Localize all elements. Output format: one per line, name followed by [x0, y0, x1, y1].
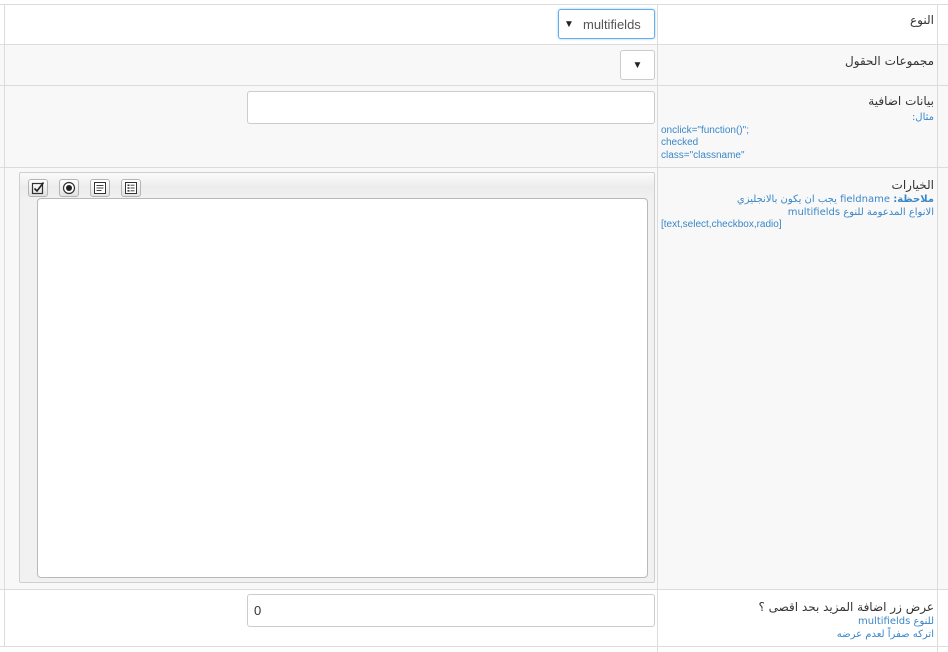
type-select-value: multifields [583, 16, 641, 32]
row-type: ▼ multifields النوع [0, 4, 948, 44]
list-icon [125, 182, 137, 194]
field-groups-select[interactable]: ▼ [620, 50, 655, 80]
caret-down-icon: ▼ [632, 59, 643, 71]
options-types-list: [text,select,checkbox,radio] [661, 219, 782, 230]
extra-data-hint-line: onclick="function()"; [661, 124, 749, 136]
type-label-cell: النوع [657, 5, 938, 44]
row-max-add-more: عرض زر اضافة المزيد بحد اقصى ؟ للنوع mul… [0, 589, 948, 646]
extra-data-label: بيانات اضافية [868, 94, 934, 108]
max-add-more-input[interactable] [247, 594, 655, 627]
options-supported-types: الانواع المدعومة للنوع multifields [787, 206, 934, 218]
extra-data-hint-line: class="classname" [661, 149, 745, 161]
max-add-more-label-cell: عرض زر اضافة المزيد بحد اقصى ؟ للنوع mul… [657, 590, 938, 646]
radio-icon [62, 181, 76, 195]
options-note-prefix: ملاحظة: [893, 194, 934, 205]
editor-toolbar [28, 179, 141, 199]
textarea-icon [94, 182, 106, 194]
insert-textarea-button[interactable] [90, 179, 110, 197]
options-editor [19, 172, 655, 583]
max-add-more-hint-zero: اتركه صفراً لعدم عرضه [836, 628, 934, 640]
max-add-more-label: عرض زر اضافة المزيد بحد اقصى ؟ [758, 600, 934, 614]
extra-data-hint-title: مثال: [911, 112, 934, 123]
field-groups-label: مجموعات الحقول [845, 54, 934, 68]
field-groups-label-cell: مجموعات الحقول [657, 45, 938, 85]
max-add-more-value-cell [4, 590, 657, 646]
insert-checkbox-button[interactable] [28, 179, 48, 197]
extra-data-hint-line: checked [661, 137, 699, 148]
row-field-groups: ▼ مجموعات الحقول [0, 44, 948, 85]
insert-radio-button[interactable] [59, 179, 79, 197]
options-label-cell: الخيارات ملاحظة: fieldname يجب ان يكون ب… [657, 168, 938, 589]
options-note-text: fieldname يجب ان يكون بالانجليزي [736, 194, 894, 205]
insert-select-button[interactable] [121, 179, 141, 197]
options-value-cell [4, 168, 657, 589]
extra-data-input[interactable] [247, 91, 655, 124]
max-add-more-hint-type: للنوع multifields [857, 616, 934, 627]
field-groups-value-cell: ▼ [4, 45, 657, 85]
extra-data-value-cell [4, 86, 657, 167]
options-editor-area[interactable] [37, 198, 648, 578]
row-bottom-edge [0, 646, 948, 652]
caret-down-icon: ▼ [564, 18, 574, 30]
extra-data-label-cell: بيانات اضافية مثال: onclick="function()"… [657, 86, 938, 167]
type-value-cell: ▼ multifields [4, 5, 657, 44]
row-options: الخيارات ملاحظة: fieldname يجب ان يكون ب… [0, 167, 948, 589]
options-note: ملاحظة: fieldname يجب ان يكون بالانجليزي [661, 194, 934, 207]
type-label: النوع [910, 13, 934, 27]
options-label: الخيارات [891, 178, 934, 192]
bottom-edge-label-cell [657, 647, 938, 652]
type-select[interactable]: ▼ multifields [558, 9, 655, 39]
row-extra-data: بيانات اضافية مثال: onclick="function()"… [0, 85, 948, 167]
field-settings-form: ▼ multifields النوع ▼ مجموعات الحقول بيا… [0, 0, 948, 652]
checkbox-icon [31, 182, 45, 195]
